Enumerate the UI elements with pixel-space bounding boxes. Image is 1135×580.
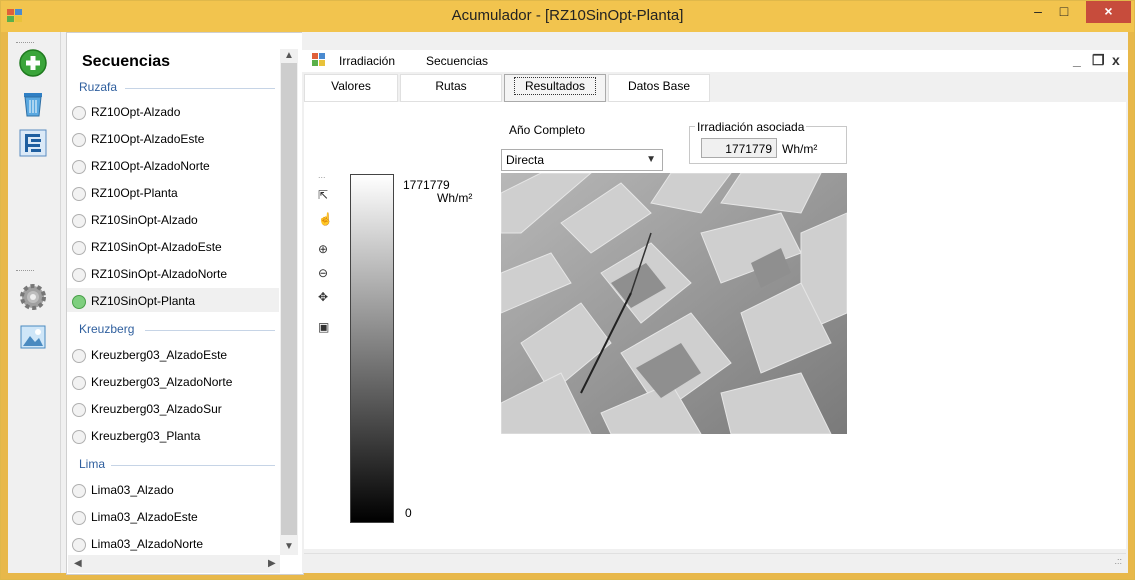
radio-button[interactable] xyxy=(72,430,86,444)
radio-button[interactable] xyxy=(72,268,86,282)
window-title: Acumulador - [RZ10SinOpt-Planta] xyxy=(451,7,684,24)
irradiance-map-image[interactable] xyxy=(501,173,847,434)
tree-icon[interactable] xyxy=(18,128,48,158)
maximize-button[interactable]: □ xyxy=(1051,1,1077,23)
radio-button[interactable] xyxy=(72,214,86,228)
save-icon[interactable]: ▣ xyxy=(318,320,329,334)
radio-button[interactable] xyxy=(72,484,86,498)
tab-valores[interactable]: Valores xyxy=(304,74,398,102)
group-divider xyxy=(111,465,275,466)
main-area: Irradiación Secuencias _ ❐ x Valores Rut… xyxy=(302,32,1128,573)
legend-max-value: 1771779 xyxy=(403,178,450,192)
legend-min-value: 0 xyxy=(405,506,412,520)
associated-irradiance-value: 1771779 xyxy=(701,138,777,158)
scroll-right-icon[interactable]: ▶ xyxy=(268,558,276,569)
radio-button[interactable] xyxy=(72,349,86,363)
list-item-selected[interactable]: RZ10SinOpt-Planta xyxy=(91,294,195,308)
title-bar: Acumulador - [RZ10SinOpt-Planta] – □ × xyxy=(1,1,1134,32)
scroll-up-icon[interactable]: ▲ xyxy=(284,50,294,61)
chevron-down-icon[interactable]: ▼ xyxy=(646,150,656,170)
period-label: Año Completo xyxy=(509,123,586,137)
status-bar: .:: xyxy=(304,553,1126,572)
list-item[interactable]: Kreuzberg03_AlzadoSur xyxy=(91,402,222,416)
pointer-icon[interactable]: ⇱ xyxy=(318,188,328,202)
vertical-scrollbar[interactable]: ▲ ▼ xyxy=(280,49,298,555)
menu-bar: Irradiación Secuencias _ ❐ x xyxy=(302,50,1128,72)
radio-button[interactable] xyxy=(72,511,86,525)
toolbar-grip[interactable]: ... xyxy=(318,170,326,180)
radio-button[interactable] xyxy=(72,133,86,147)
radio-button[interactable] xyxy=(72,376,86,390)
list-item[interactable]: Lima03_AlzadoEste xyxy=(91,510,198,524)
toolbar-grip[interactable] xyxy=(16,42,34,46)
menu-secuencias[interactable]: Secuencias xyxy=(426,54,488,68)
left-toolbar xyxy=(8,32,61,573)
sequences-title: Secuencias xyxy=(82,53,171,70)
radio-button[interactable] xyxy=(72,187,86,201)
list-item[interactable]: RZ10SinOpt-AlzadoNorte xyxy=(91,267,227,281)
mdi-restore-button[interactable]: ❐ xyxy=(1092,52,1105,69)
list-item[interactable]: RZ10Opt-Planta xyxy=(91,186,178,200)
associated-irradiance-unit: Wh/m² xyxy=(782,142,818,156)
resize-grip[interactable]: .:: xyxy=(1114,556,1122,566)
zoom-out-icon[interactable]: ⊖ xyxy=(318,266,328,280)
scroll-down-icon[interactable]: ▼ xyxy=(284,541,294,552)
radio-button[interactable] xyxy=(72,241,86,255)
image-icon[interactable] xyxy=(18,322,48,352)
mdi-close-button[interactable]: x xyxy=(1112,52,1120,68)
minimize-button[interactable]: – xyxy=(1025,1,1051,23)
group-label-kreuzberg: Kreuzberg xyxy=(79,322,135,336)
tab-resultados-label: Resultados xyxy=(513,77,597,95)
scroll-thumb[interactable] xyxy=(281,63,297,535)
radio-button-selected[interactable] xyxy=(72,295,86,309)
gear-icon[interactable] xyxy=(18,282,48,312)
document-icon[interactable] xyxy=(312,53,326,67)
associated-irradiance-title: Irradiación asociada xyxy=(695,120,807,134)
map-toolbar: ... ⇱ ☝ ⊕ ⊖ ✥ ▣ xyxy=(314,170,338,334)
list-item[interactable]: RZ10Opt-Alzado xyxy=(91,105,180,119)
list-item[interactable]: Lima03_Alzado xyxy=(91,483,174,497)
group-label-lima: Lima xyxy=(79,457,106,471)
horizontal-scrollbar[interactable]: ◀ ▶ xyxy=(68,555,280,573)
group-divider xyxy=(125,88,275,89)
radio-button[interactable] xyxy=(72,160,86,174)
list-item[interactable]: Lima03_AlzadoNorte xyxy=(91,537,203,551)
list-item[interactable]: RZ10SinOpt-Alzado xyxy=(91,213,198,227)
results-panel: ... ⇱ ☝ ⊕ ⊖ ✥ ▣ 1771779 Wh/m² 0 Año Comp… xyxy=(304,102,1126,549)
zoom-in-icon[interactable]: ⊕ xyxy=(318,242,328,256)
group-divider xyxy=(145,330,275,331)
list-item[interactable]: Kreuzberg03_Planta xyxy=(91,429,200,443)
pan-hand-icon[interactable]: ☝ xyxy=(318,212,333,226)
mdi-minimize-button[interactable]: _ xyxy=(1073,52,1081,68)
list-item[interactable]: Kreuzberg03_AlzadoEste xyxy=(91,348,227,362)
fit-extent-icon[interactable]: ✥ xyxy=(318,290,328,304)
legend-unit: Wh/m² xyxy=(437,191,473,205)
tab-rutas[interactable]: Rutas xyxy=(400,74,502,102)
add-icon[interactable] xyxy=(18,48,48,78)
list-item[interactable]: RZ10SinOpt-AlzadoEste xyxy=(91,240,222,254)
app-window: Acumulador - [RZ10SinOpt-Planta] – □ × S… xyxy=(0,0,1135,580)
tab-resultados[interactable]: Resultados xyxy=(504,74,606,102)
list-item[interactable]: RZ10Opt-AlzadoEste xyxy=(91,132,204,146)
radio-button[interactable] xyxy=(72,106,86,120)
irradiance-type-select[interactable]: Directa ▼ xyxy=(501,149,663,171)
irradiance-type-value: Directa xyxy=(506,153,545,167)
tab-datos-base[interactable]: Datos Base xyxy=(608,74,710,102)
group-label-ruzafa: Ruzafa xyxy=(79,80,118,94)
menu-irradiacion[interactable]: Irradiación xyxy=(339,54,395,68)
client-area: Secuencias ▲ ▼ ◀ ▶ Ruzafa RZ10Opt-Alzado… xyxy=(8,32,1128,575)
toolbar-grip-2[interactable] xyxy=(16,270,34,274)
trash-icon[interactable] xyxy=(18,88,48,118)
color-scale-bar xyxy=(350,174,394,523)
close-button[interactable]: × xyxy=(1086,1,1131,23)
radio-button[interactable] xyxy=(72,403,86,417)
list-item[interactable]: RZ10Opt-AlzadoNorte xyxy=(91,159,210,173)
scroll-left-icon[interactable]: ◀ xyxy=(74,558,82,569)
sequences-panel: Secuencias ▲ ▼ ◀ ▶ Ruzafa RZ10Opt-Alzado… xyxy=(66,32,304,575)
radio-button[interactable] xyxy=(72,538,86,552)
list-item[interactable]: Kreuzberg03_AlzadoNorte xyxy=(91,375,232,389)
